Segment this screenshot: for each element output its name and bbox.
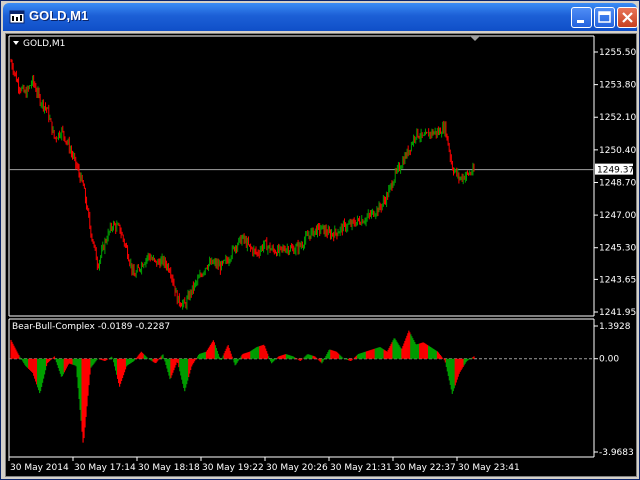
indicator-axis-label: 0.00: [599, 355, 619, 365]
symbol-dropdown-icon[interactable]: [13, 41, 19, 45]
current-price-value: 1249.37: [597, 166, 634, 176]
price-axis-label: 1248.70: [599, 178, 636, 188]
time-axis-label: 30 May 22:37: [394, 463, 456, 473]
indicator-axis-label: 1.3928: [599, 322, 631, 332]
time-axis-label: 30 May 17:14: [74, 463, 136, 473]
chart-window: GOLD,M1 GOLD,M1 1255.50 1253.80 1252.10 …: [0, 0, 640, 480]
indicator-axis-label: -3.9683: [599, 448, 634, 458]
price-axis-label: 1245.30: [599, 244, 636, 254]
chart-canvas[interactable]: GOLD,M1 1255.50 1253.80 1252.10 1250.40 1248…: [6, 34, 636, 476]
price-axis-label: 1243.65: [599, 275, 636, 285]
chart-shift-marker-icon[interactable]: [470, 36, 480, 41]
maximize-icon: [598, 11, 611, 23]
price-axis-label: 1241.95: [599, 308, 636, 318]
minimize-icon: [577, 20, 584, 23]
close-icon: [622, 12, 633, 23]
time-axis-label: 30 May 20:26: [266, 463, 328, 473]
chart-area[interactable]: GOLD,M1 1255.50 1253.80 1252.10 1250.40 1248…: [5, 33, 637, 477]
price-axis-label: 1255.50: [599, 48, 636, 58]
close-button[interactable]: [617, 7, 638, 28]
price-axis-label: 1253.80: [599, 81, 636, 91]
title-bar[interactable]: GOLD,M1: [3, 3, 638, 31]
price-axis-label: 1250.40: [599, 146, 636, 156]
time-axis-label: 30 May 19:22: [202, 463, 264, 473]
symbol-label: GOLD,M1: [23, 39, 65, 49]
minimize-button[interactable]: [571, 7, 592, 28]
time-axis-label: 30 May 18:18: [138, 463, 200, 473]
price-axis-label: 1247.00: [599, 211, 636, 221]
price-axis-label: 1252.10: [599, 113, 636, 123]
maximize-button[interactable]: [594, 7, 615, 28]
time-axis-label: 30 May 23:41: [458, 463, 520, 473]
time-axis-label: 30 May 21:31: [330, 463, 392, 473]
indicator-label: Bear-Bull-Complex -0.0189 -0.2287: [12, 322, 170, 332]
chart-window-icon: [9, 10, 25, 24]
time-axis-label: 30 May 2014: [10, 463, 69, 473]
window-title: GOLD,M1: [29, 8, 89, 23]
